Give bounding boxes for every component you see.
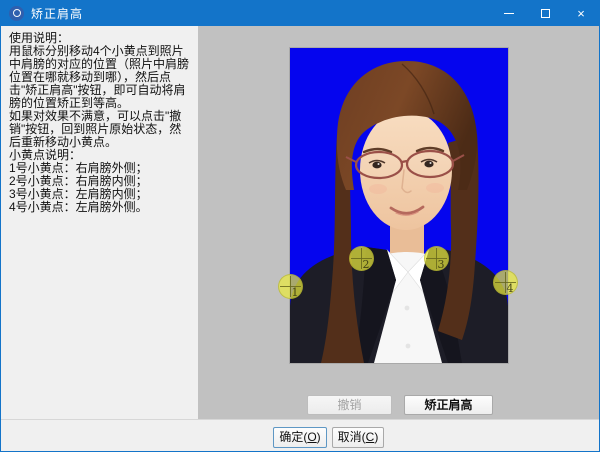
minimize-button[interactable]: [491, 0, 527, 26]
marker-number: 4: [506, 281, 514, 295]
portrait-photo: [290, 48, 508, 363]
lens-ring-icon: [12, 9, 21, 17]
cancel-button[interactable]: 取消(C): [332, 427, 384, 448]
window-title: 矫正肩高: [31, 6, 84, 21]
instructions-paragraph-2: 如果对效果不满意，可以点击"撤销"按钮，回到照片原始状态，然后重新移动小黄点。: [9, 109, 182, 149]
photo-viewer-area: 1 2 3 4 撤销 矫正肩高: [198, 26, 599, 419]
marker-number: 2: [362, 257, 370, 271]
marker-number: 3: [437, 257, 445, 271]
title-bar: 矫正肩高 ×: [1, 0, 599, 26]
cancel-label-suffix: ): [374, 430, 379, 444]
close-icon: ×: [577, 5, 585, 21]
cancel-label: 取消(: [337, 430, 366, 444]
shoulder-marker-3[interactable]: 3: [423, 245, 449, 271]
shoulder-marker-4[interactable]: 4: [492, 269, 518, 295]
shoulder-marker-1[interactable]: 1: [277, 273, 303, 299]
instructions-paragraph-1: 用鼠标分别移动4个小黄点到照片中肩膀的对应的位置（照片中肩膀位置在哪就移动到哪）…: [9, 44, 190, 110]
maximize-button[interactable]: [527, 0, 563, 26]
close-button[interactable]: ×: [563, 0, 599, 26]
instructions-panel: 使用说明： 用鼠标分别移动4个小黄点到照片中肩膀的对应的位置（照片中肩膀位置在哪…: [1, 26, 198, 419]
ok-label: 确定(: [279, 430, 308, 444]
dialog-button-bar: 确定(O) 取消(C): [1, 419, 599, 451]
undo-button[interactable]: 撤销: [307, 395, 392, 415]
ok-label-suffix: ): [316, 430, 321, 444]
minimize-icon: [504, 12, 514, 14]
app-icon: [9, 5, 24, 21]
correct-shoulder-button[interactable]: 矫正肩高: [404, 395, 493, 415]
dot-description-4: 4号小黄点：左肩膀外侧。: [9, 200, 148, 214]
ok-button[interactable]: 确定(O): [273, 427, 327, 448]
correct-shoulder-dialog: 矫正肩高 × 使用说明： 用鼠标分别移动4个小黄点到照片中肩膀的对应的位置（照片…: [0, 0, 600, 452]
shoulder-marker-2[interactable]: 2: [348, 245, 374, 271]
marker-number: 1: [291, 285, 299, 299]
maximize-icon: [540, 8, 550, 18]
ok-mnemonic: O: [307, 430, 317, 444]
portrait-illustration: [290, 48, 508, 363]
dialog-body: 使用说明： 用鼠标分别移动4个小黄点到照片中肩膀的对应的位置（照片中肩膀位置在哪…: [1, 26, 599, 419]
